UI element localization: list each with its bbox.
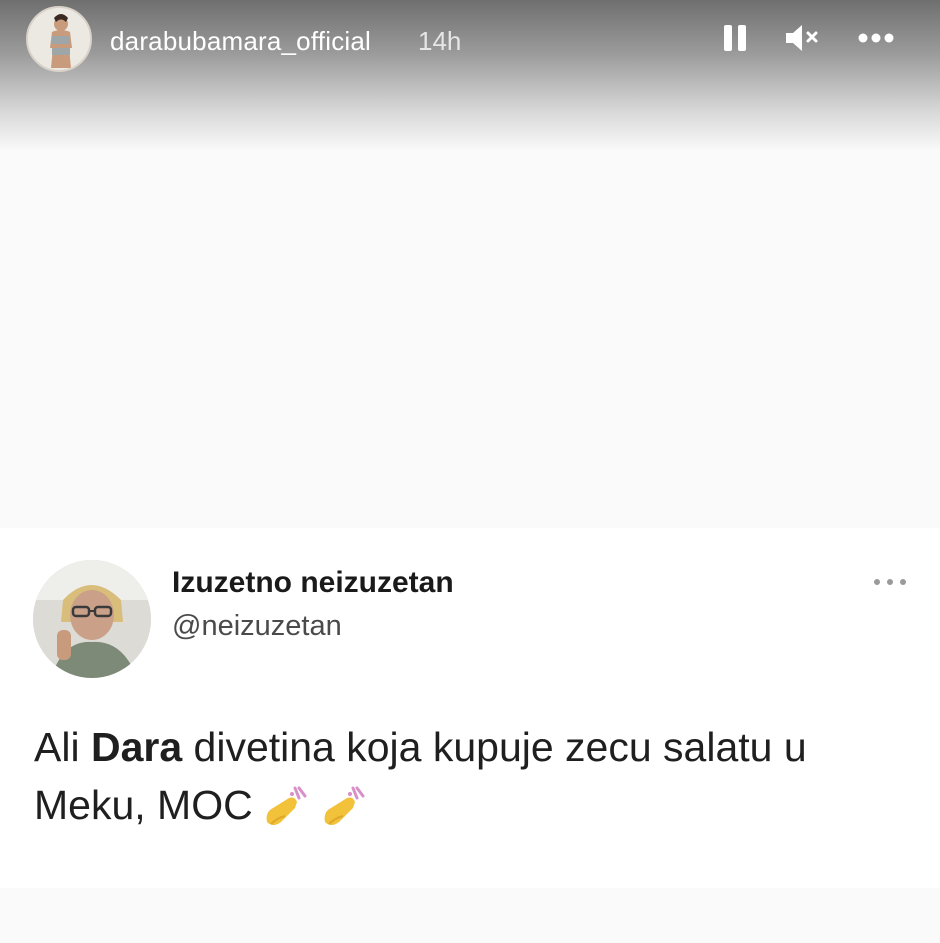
tweet-author-avatar[interactable] bbox=[33, 560, 151, 678]
pause-icon bbox=[724, 25, 746, 51]
tweet-card: Izuzetno neizuzetan @neizuzetan Ali Dara… bbox=[0, 528, 940, 888]
pause-button[interactable] bbox=[717, 20, 753, 56]
tweet-text: Ali Dara divetina koja kupuje zecu salat… bbox=[34, 718, 904, 834]
tweet-text-start: Ali bbox=[34, 724, 91, 770]
nail-polish-emoji bbox=[317, 782, 369, 834]
story-header: darabubamara_official 14h bbox=[0, 0, 940, 80]
tweet-display-name[interactable]: Izuzetno neizuzetan bbox=[172, 566, 454, 600]
muted-speaker-icon bbox=[786, 25, 818, 51]
more-options-button[interactable] bbox=[855, 24, 897, 52]
tweet-handle[interactable]: @neizuzetan bbox=[172, 610, 342, 643]
tweet-avatar-image bbox=[33, 560, 151, 678]
tweet-more-button[interactable] bbox=[868, 570, 912, 594]
more-options-icon bbox=[874, 579, 906, 585]
tweet-text-bold: Dara bbox=[90, 724, 183, 770]
story-timestamp: 14h bbox=[418, 26, 462, 56]
mute-button[interactable] bbox=[782, 20, 822, 56]
story-author-avatar[interactable] bbox=[26, 6, 92, 72]
story-username[interactable]: darabubamara_official bbox=[110, 26, 371, 57]
more-options-icon bbox=[858, 33, 894, 43]
story-viewer[interactable]: darabubamara_official 14h Izuzetno neizu… bbox=[0, 0, 940, 943]
story-avatar-image bbox=[28, 8, 90, 70]
nail-polish-emoji bbox=[259, 782, 311, 834]
